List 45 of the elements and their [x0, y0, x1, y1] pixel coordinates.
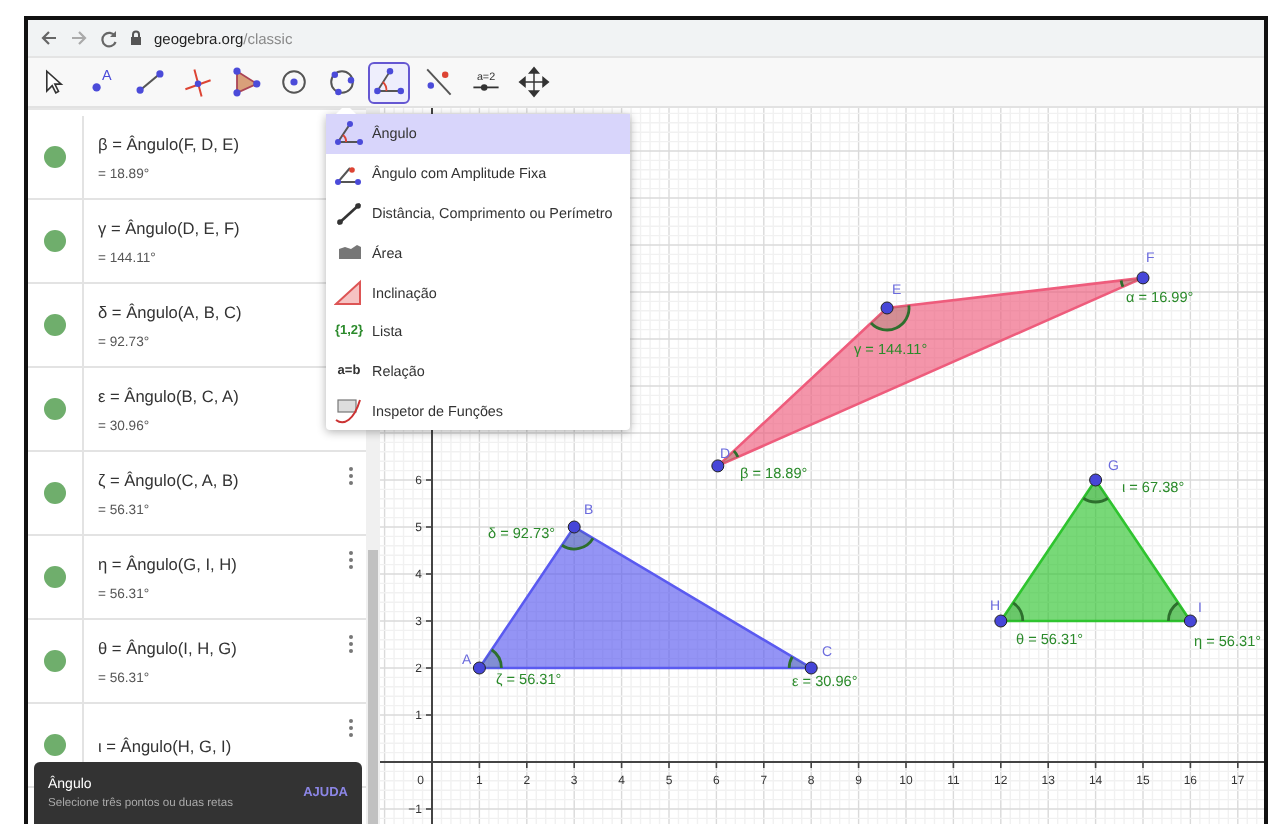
- more-icon[interactable]: [348, 634, 354, 654]
- visibility-toggle[interactable]: [44, 398, 66, 420]
- polygon-icon: [227, 64, 263, 100]
- area-icon: [337, 244, 361, 261]
- point[interactable]: [1089, 473, 1103, 487]
- function-inspector-icon: [334, 395, 364, 426]
- angle-arc: [1119, 277, 1143, 288]
- point[interactable]: [567, 520, 581, 534]
- visibility-toggle[interactable]: [44, 650, 66, 672]
- lock-icon: [130, 30, 142, 46]
- back-icon[interactable]: [40, 30, 58, 46]
- point[interactable]: [472, 661, 486, 675]
- visibility-toggle[interactable]: [44, 314, 66, 336]
- definition-text: β = Ângulo(F, D, E): [98, 133, 239, 153]
- angle-arc: [717, 450, 740, 466]
- more-icon[interactable]: [348, 466, 354, 486]
- angle-icon: [334, 118, 364, 149]
- distance-icon: [334, 197, 364, 228]
- angle-icon: [371, 64, 407, 100]
- perpendicular-line-icon: [179, 64, 215, 100]
- visibility-toggle[interactable]: [44, 482, 66, 504]
- visibility-toggle[interactable]: [44, 566, 66, 588]
- visibility-toggle[interactable]: [44, 146, 66, 168]
- point[interactable]: [1183, 614, 1197, 628]
- definition-text: δ = Ângulo(A, B, C): [98, 301, 242, 321]
- definition-text: θ = Ângulo(I, H, G): [98, 637, 237, 657]
- visibility-toggle[interactable]: [44, 734, 66, 756]
- scrollbar-thumb[interactable]: [368, 550, 378, 824]
- point[interactable]: [1136, 271, 1150, 285]
- definition-text: ζ = Ângulo(C, A, B): [98, 469, 239, 489]
- definition-text: ε = Ângulo(B, C, A): [98, 385, 239, 405]
- point[interactable]: [880, 301, 894, 315]
- definition-text: η = Ângulo(G, I, H): [98, 553, 237, 573]
- definition-text: ι = Ângulo(H, G, I): [98, 735, 232, 755]
- more-icon[interactable]: [348, 550, 354, 570]
- point[interactable]: [994, 614, 1008, 628]
- tool-button[interactable]: [368, 61, 410, 103]
- more-icon[interactable]: [348, 718, 354, 738]
- point[interactable]: [804, 661, 818, 675]
- definition-text: γ = Ângulo(D, E, F): [98, 217, 240, 237]
- reload-icon[interactable]: [100, 29, 118, 47]
- visibility-toggle[interactable]: [44, 230, 66, 252]
- point[interactable]: [711, 459, 725, 473]
- segment-icon: [131, 64, 167, 100]
- move-icon: [515, 64, 551, 100]
